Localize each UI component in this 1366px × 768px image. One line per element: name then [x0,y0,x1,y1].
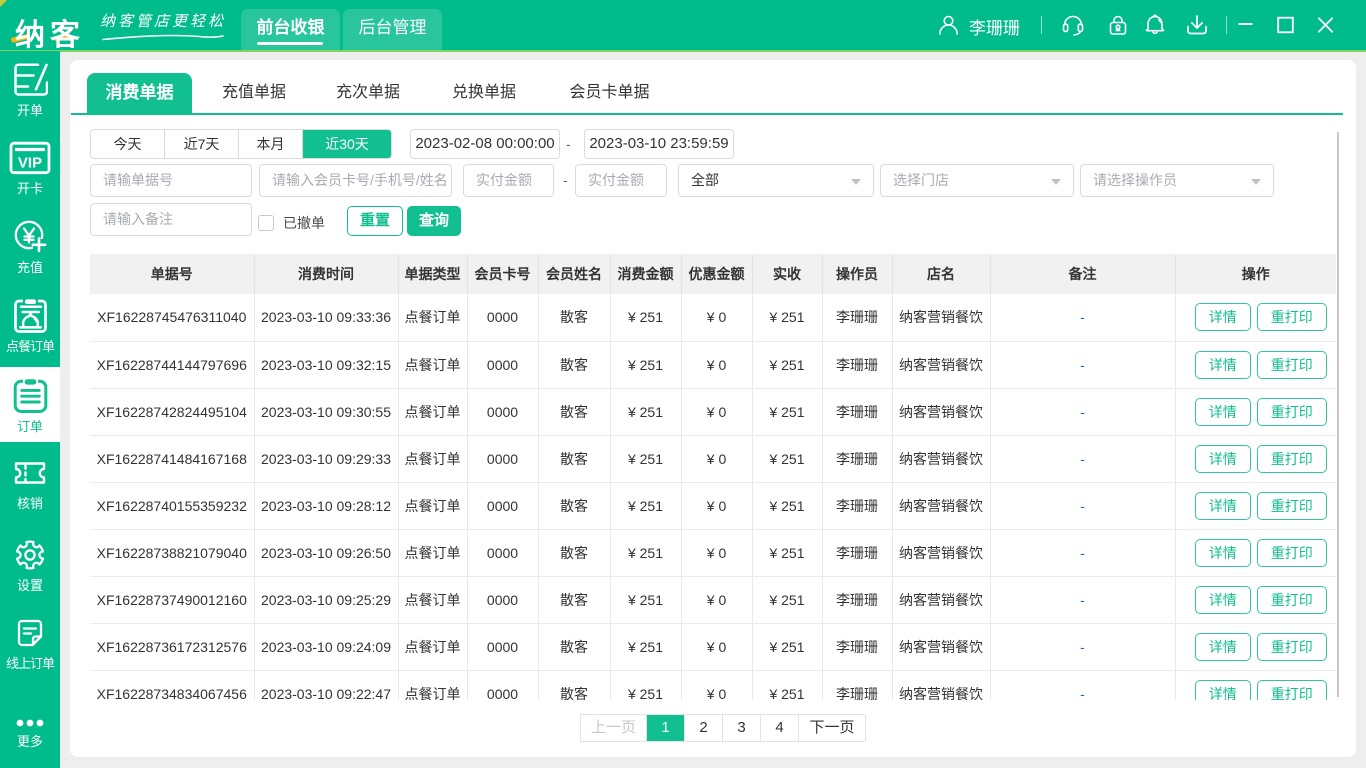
svg-text:VIP: VIP [18,155,42,172]
